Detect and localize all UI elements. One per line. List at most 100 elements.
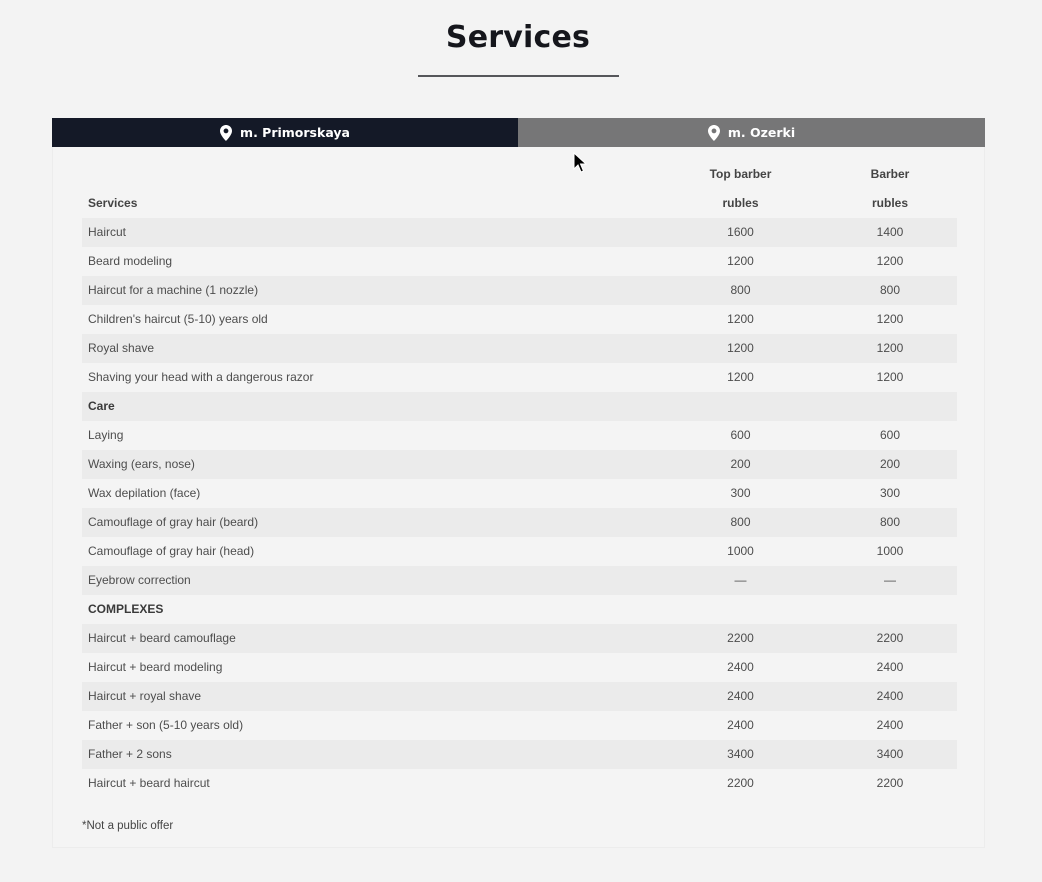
service-name-cell: Shaving your head with a dangerous razor	[88, 370, 314, 384]
service-name-cell: Eyebrow correction	[82, 566, 658, 595]
top-barber-price-cell: 1200	[727, 312, 754, 326]
table-row: Haircut + royal shave 2400 2400	[82, 682, 957, 711]
barber-price-cell: 800	[823, 276, 957, 305]
top-barber-price-cell: 1200	[727, 254, 754, 268]
barber-price-cell: 1200	[876, 254, 904, 268]
page-title: Services	[445, 20, 591, 55]
table-row: Beard modeling 1200 1200	[82, 247, 957, 276]
service-name-cell: Haircut + beard haircut	[88, 776, 210, 790]
service-name-cell: Camouflage of gray hair (beard)	[82, 508, 658, 537]
price-panel: Top barber Barber Services rubles rubles…	[52, 147, 985, 848]
barber-price-cell: 1200	[876, 370, 904, 384]
table-row: Haircut + beard haircut 2200 2200	[82, 769, 957, 798]
barber-price-cell: 1400	[823, 218, 957, 247]
tab-label: m. Primorskaya	[240, 125, 350, 140]
table-row: Haircut + beard camouflage 2200 2200	[82, 624, 957, 653]
service-name-cell: Royal shave	[82, 334, 658, 363]
barber-price-cell: 2200	[823, 624, 957, 653]
top-barber-price-cell: 3400	[658, 740, 823, 769]
header-cell-units: rubles	[722, 196, 759, 210]
service-name-cell: COMPLEXES	[88, 602, 164, 616]
service-name-cell: Beard modeling	[88, 254, 173, 268]
header-cell-units: rubles	[871, 196, 908, 210]
top-barber-price-cell: 300	[730, 486, 751, 500]
table-header-row: Services rubles rubles	[82, 189, 957, 218]
header-cell-top-barber: Top barber	[709, 167, 772, 181]
tab-primorskaya[interactable]: m. Primorskaya	[52, 118, 518, 154]
top-barber-price-cell: 1200	[727, 370, 754, 384]
header-cell-barber: Barber	[870, 167, 910, 181]
barber-price-cell: 2200	[876, 776, 904, 790]
table-row: Haircut for a machine (1 nozzle) 800 800	[82, 276, 957, 305]
table-row: Eyebrow correction — —	[82, 566, 957, 595]
table-row: Father + 2 sons 3400 3400	[82, 740, 957, 769]
top-barber-price-cell	[658, 595, 823, 624]
barber-price-cell: 2400	[823, 682, 957, 711]
table-row: Wax depilation (face) 300 300	[82, 479, 957, 508]
service-name-cell: Camouflage of gray hair (head)	[88, 544, 255, 558]
top-barber-price-cell: 2200	[658, 624, 823, 653]
service-name-cell: Care	[82, 392, 658, 421]
header-cell-services: Services	[88, 196, 138, 210]
top-barber-price-cell: 2400	[727, 718, 754, 732]
barber-price-cell: 600	[879, 428, 901, 442]
price-table: Top barber Barber Services rubles rubles…	[82, 160, 957, 798]
service-name-cell: Haircut	[82, 218, 658, 247]
service-name-cell: Haircut + royal shave	[82, 682, 658, 711]
barber-price-cell: —	[823, 566, 957, 595]
header-cell	[82, 160, 658, 189]
mouse-cursor-icon	[573, 152, 587, 173]
tab-label: m. Ozerki	[727, 125, 796, 140]
barber-price-cell: 2400	[876, 718, 904, 732]
table-row: Royal shave 1200 1200	[82, 334, 957, 363]
title-underline	[418, 75, 619, 77]
top-barber-price-cell: 1200	[658, 334, 823, 363]
barber-price-cell	[823, 392, 957, 421]
top-barber-price-cell: 200	[658, 450, 823, 479]
service-name-cell: Waxing (ears, nose)	[82, 450, 658, 479]
service-name-cell: Children's haircut (5-10) years old	[88, 312, 268, 326]
barber-price-cell: 200	[823, 450, 957, 479]
service-name-cell: Haircut for a machine (1 nozzle)	[82, 276, 658, 305]
top-barber-price-cell	[658, 392, 823, 421]
table-header-row: Top barber Barber	[82, 160, 957, 189]
table-section-row: COMPLEXES	[82, 595, 957, 624]
service-name-cell: Father + son (5-10 years old)	[88, 718, 244, 732]
barber-price-cell	[823, 595, 957, 624]
barber-price-cell: 1200	[823, 334, 957, 363]
map-pin-icon	[220, 124, 233, 141]
table-row: Children's haircut (5-10) years old 1200 1…	[82, 305, 957, 334]
map-pin-icon	[707, 124, 720, 141]
top-barber-price-cell: 800	[658, 508, 823, 537]
service-name-cell: Father + 2 sons	[82, 740, 658, 769]
services-page: Services m. Primorskaya m. Ozerki Top ba…	[0, 0, 1042, 882]
footnote: *Not a public offer	[82, 820, 174, 832]
barber-price-cell: 1000	[876, 544, 904, 558]
table-row: Haircut + beard modeling 2400 2400	[82, 653, 957, 682]
location-tabs: m. Primorskaya m. Ozerki	[52, 118, 985, 154]
top-barber-price-cell: 1000	[727, 544, 754, 558]
barber-price-cell: 1200	[876, 312, 904, 326]
table-row: Waxing (ears, nose) 200 200	[82, 450, 957, 479]
table-section-row: Care	[82, 392, 957, 421]
table-row: Camouflage of gray hair (head) 1000 1000	[82, 537, 957, 566]
top-barber-price-cell: —	[658, 566, 823, 595]
service-name-cell: Haircut + beard modeling	[88, 660, 223, 674]
table-row: Father + son (5-10 years old) 2400 2400	[82, 711, 957, 740]
table-row: Camouflage of gray hair (beard) 800 800	[82, 508, 957, 537]
top-barber-price-cell: 800	[658, 276, 823, 305]
service-name-cell: Haircut + beard camouflage	[82, 624, 658, 653]
service-name-cell: Laying	[88, 428, 124, 442]
top-barber-price-cell: 2400	[727, 660, 754, 674]
top-barber-price-cell: 2200	[727, 776, 754, 790]
barber-price-cell: 2400	[876, 660, 904, 674]
table-row: Laying 600 600	[82, 421, 957, 450]
table-row: Haircut 1600 1400	[82, 218, 957, 247]
top-barber-price-cell: 1600	[658, 218, 823, 247]
top-barber-price-cell: 600	[730, 428, 751, 442]
barber-price-cell: 800	[823, 508, 957, 537]
service-name-cell: Wax depilation (face)	[88, 486, 201, 500]
top-barber-price-cell: 2400	[658, 682, 823, 711]
tab-ozerki[interactable]: m. Ozerki	[518, 118, 985, 147]
barber-price-cell: 3400	[823, 740, 957, 769]
